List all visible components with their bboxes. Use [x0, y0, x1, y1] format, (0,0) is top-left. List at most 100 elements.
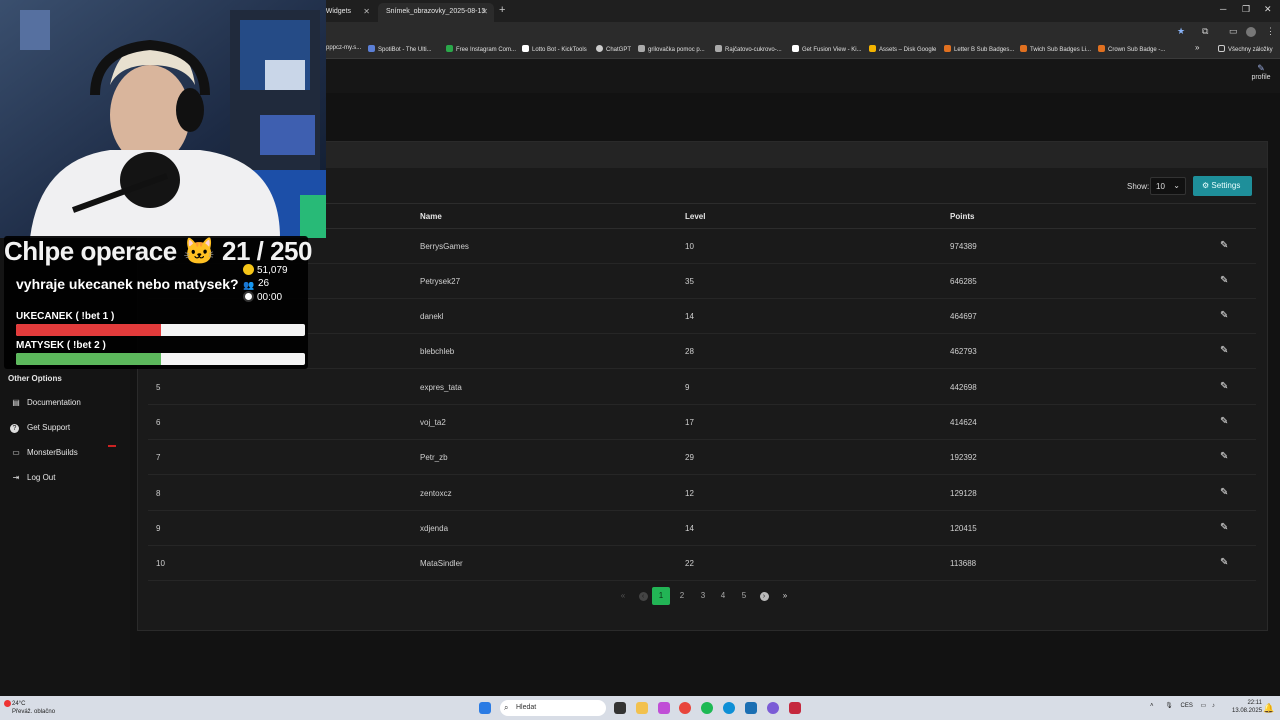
notification-bell-icon[interactable]: 🔔	[1263, 703, 1274, 714]
rank-cell: 10	[156, 559, 165, 568]
bookmark-item[interactable]: pppcz-my.s...	[326, 45, 361, 51]
prev-page-button[interactable]: ‹	[634, 587, 652, 605]
volume-icon[interactable]: ♪	[1212, 703, 1215, 709]
start-icon[interactable]	[479, 702, 491, 714]
edit-icon[interactable]: ✎	[1220, 310, 1228, 321]
next-page-button[interactable]: ›	[755, 587, 773, 605]
edit-icon[interactable]: ✎	[1220, 487, 1228, 498]
sidebar-item-documentation[interactable]: ▤ Documentation	[10, 398, 81, 407]
table-row: blebchleb 28 462793 ✎	[148, 334, 1256, 369]
edit-icon[interactable]: ✎	[1220, 240, 1228, 251]
book-icon: ▤	[12, 398, 20, 407]
edit-icon[interactable]: ✎	[1220, 557, 1228, 568]
task-view-icon[interactable]	[614, 702, 626, 714]
table-row: danekl 14 464697 ✎	[148, 299, 1256, 334]
other-options-heading: Other Options	[8, 374, 62, 383]
rank-cell: 8	[156, 489, 161, 498]
minimize-icon[interactable]: ─	[1220, 4, 1226, 14]
chrome-icon[interactable]	[679, 702, 691, 714]
page-button-4[interactable]: 4	[714, 587, 732, 605]
table-row: 6 voj_ta2 17 414624 ✎	[148, 405, 1256, 440]
edit-icon[interactable]: ✎	[1220, 522, 1228, 533]
edit-icon[interactable]: ✎	[1220, 451, 1228, 462]
browser-tab-active[interactable]: Snímek_obrazovky_2025-08-13 ✕	[378, 3, 494, 22]
bookmark-item[interactable]: ChatGPT	[596, 45, 631, 53]
store-icon[interactable]	[745, 702, 757, 714]
bookmark-item[interactable]: Crown Sub Badge -...	[1098, 45, 1165, 53]
bookmark-item[interactable]: Free Instagram Com...	[446, 45, 516, 53]
level-cell: 29	[685, 453, 694, 462]
edit-icon[interactable]: ✎	[1220, 345, 1228, 356]
points-cell: 113688	[950, 559, 977, 568]
spotify-icon[interactable]	[701, 702, 713, 714]
network-icon[interactable]: ▭	[1201, 703, 1207, 709]
file-explorer-icon[interactable]	[636, 702, 648, 714]
settings-button[interactable]: ⚙ Settings	[1193, 176, 1252, 196]
level-cell: 14	[685, 312, 694, 321]
sidebar-item-log-out[interactable]: ⇥ Log Out	[10, 473, 56, 482]
help-icon: ?	[10, 424, 19, 433]
clock[interactable]: 22:11 13.08.2025	[1232, 699, 1262, 715]
bookmark-item[interactable]: Letter B Sub Badges...	[944, 45, 1014, 53]
name-cell: Petrysek27	[420, 277, 461, 286]
weather-widget[interactable]: 24°C Převáž. oblačno	[12, 700, 55, 716]
bookmark-item[interactable]: Lotto Bot - KickTools	[522, 45, 587, 53]
discord-icon[interactable]	[767, 702, 779, 714]
bookmark-item[interactable]: Rajčatovo-cukrovo-...	[715, 45, 782, 53]
name-cell: MataSindler	[420, 559, 463, 568]
rank-cell: 5	[156, 383, 161, 392]
monitor-icon: ▭	[12, 448, 20, 457]
edit-icon[interactable]: ✎	[1220, 416, 1228, 427]
tab-title: Snímek_obrazovky_2025-08-13	[386, 8, 486, 15]
page-button-1[interactable]: 1	[652, 587, 670, 605]
avatar[interactable]	[1246, 27, 1256, 37]
pagination: « ‹ 1 2 3 4 5 › »	[614, 587, 794, 605]
taskbar-search[interactable]: ⌕ Hledat	[500, 700, 606, 716]
name-cell: Petr_zb	[420, 453, 448, 462]
profile-icon: ✎	[1257, 63, 1265, 73]
bookmark-item[interactable]: Twich Sub Badges Li...	[1020, 45, 1091, 53]
level-cell: 17	[685, 418, 694, 427]
page-button-5[interactable]: 5	[735, 587, 753, 605]
edit-icon[interactable]: ✎	[1220, 381, 1228, 392]
close-window-icon[interactable]: ✕	[1264, 4, 1272, 15]
last-page-button[interactable]: »	[776, 587, 794, 605]
bookmark-item[interactable]: grilovačka pomoc p...	[638, 45, 705, 53]
profile-label: profile	[1251, 74, 1271, 81]
bookmark-item[interactable]: SpotiBot - The Ulti...	[368, 45, 432, 53]
bookmark-item[interactable]: Get Fusion View - Ki...	[792, 45, 862, 53]
sidebar-item-monsterbuilds[interactable]: ▭ MonsterBuilds	[10, 445, 116, 457]
page-button-3[interactable]: 3	[694, 587, 712, 605]
extensions-icon[interactable]: ⧉	[1202, 26, 1208, 37]
profile-button[interactable]: ✎ profile	[1246, 63, 1276, 81]
first-page-button[interactable]: «	[614, 587, 632, 605]
app-icon[interactable]	[789, 702, 801, 714]
new-tab-button[interactable]: +	[499, 4, 505, 16]
rank-cell: 7	[156, 453, 161, 462]
prediction-question: vyhraje ukecanek nebo matysek?	[16, 276, 239, 292]
bookmarks-overflow-button[interactable]: »	[1195, 43, 1199, 52]
cast-icon[interactable]: ▭	[1229, 26, 1238, 37]
sidebar-item-get-support[interactable]: ? Get Support	[10, 423, 70, 433]
column-header-name: Name	[420, 212, 442, 221]
star-icon[interactable]: ★	[1177, 26, 1185, 37]
maximize-icon[interactable]: ❐	[1242, 4, 1250, 15]
more-menu-icon[interactable]: ⋮	[1266, 26, 1275, 37]
name-cell: expres_tata	[420, 383, 462, 392]
page-button-2[interactable]: 2	[673, 587, 691, 605]
chevron-down-icon: ⌄	[1173, 181, 1180, 190]
rows-per-page-select[interactable]: 10 ⌄	[1150, 177, 1186, 195]
app-icon[interactable]	[658, 702, 670, 714]
language-indicator[interactable]: CES	[1180, 703, 1192, 709]
all-bookmarks-button[interactable]: Všechny záložky	[1218, 45, 1273, 53]
close-tab-icon[interactable]: ✕	[481, 7, 488, 16]
edit-icon[interactable]: ✎	[1220, 275, 1228, 286]
edge-icon[interactable]	[723, 702, 735, 714]
chevron-up-icon[interactable]: ˄	[1150, 703, 1154, 709]
users-stat: 👥 26	[243, 278, 270, 290]
bookmark-item[interactable]: Assets – Disk Google	[869, 45, 936, 53]
table-row: Petrysek27 35 646285 ✎	[148, 264, 1256, 299]
weather-icon[interactable]	[4, 700, 11, 707]
microphone-icon[interactable]: 🎙	[1165, 703, 1173, 709]
close-tab-icon[interactable]: ✕	[363, 7, 370, 16]
